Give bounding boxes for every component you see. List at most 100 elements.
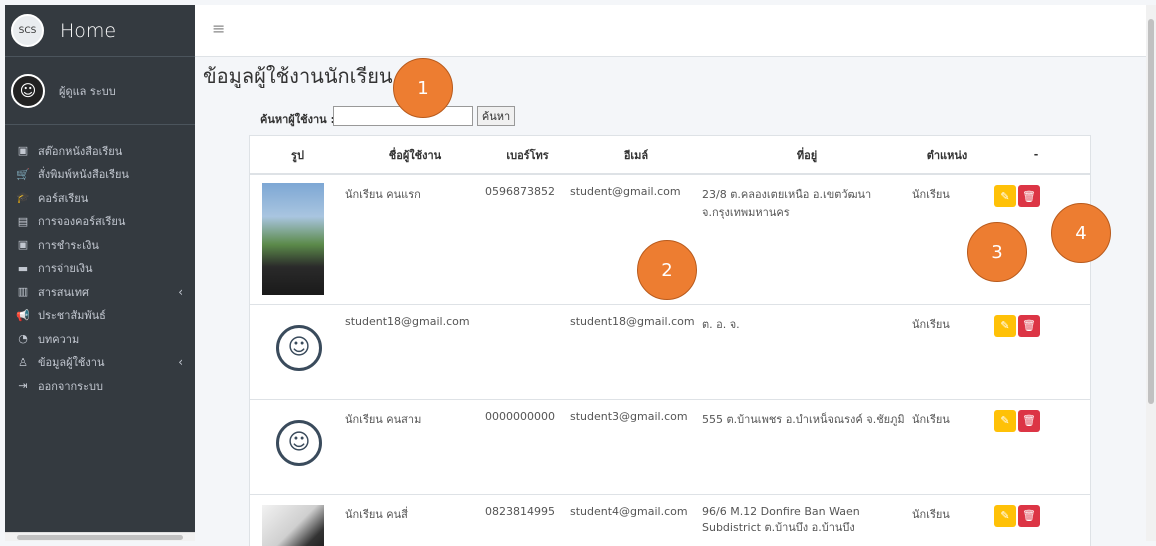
actions-cell: ✎ 🗑: [982, 304, 1090, 400]
phone-cell: 0000000000: [485, 399, 570, 495]
chart-icon: ▥: [17, 285, 29, 299]
address-cell: 96/6 M.12 Donfire Ban Waen Subdistrict ต…: [702, 494, 912, 546]
table-row: นักเรียน คนสี่ 0823814995 student4@gmail…: [250, 494, 1090, 546]
default-avatar-icon: ☺: [276, 419, 322, 466]
sidebar-item-label: ประชาสัมพันธ์: [38, 309, 106, 323]
cart-icon: 🛒: [16, 167, 30, 181]
sidebar-item-label: ออกจากระบบ: [38, 379, 103, 393]
sidebar-item-announcements[interactable]: 📢 ประชาสัมพันธ์: [5, 304, 195, 328]
annotation-marker-4: 4: [1051, 203, 1111, 263]
actions-cell: ✎ 🗑: [982, 494, 1090, 546]
sidebar-item-label: สั่งพิมพ์หนังสือเรียน: [38, 168, 129, 182]
sidebar: SCS Home ☺ ผู้ดูแล ระบบ ▣ สต๊อกหนังสือเร…: [5, 5, 195, 541]
col-photo: รูป: [250, 136, 345, 175]
user-panel[interactable]: ☺ ผู้ดูแล ระบบ: [5, 57, 195, 125]
annotation-marker-2: 2: [637, 240, 697, 300]
role-cell: นักเรียน: [912, 494, 982, 546]
rss-icon: ◔: [18, 332, 28, 346]
scrollbar-thumb[interactable]: [17, 535, 183, 540]
phone-cell: 0823814995: [485, 494, 570, 546]
col-actions: -: [982, 136, 1090, 175]
email-cell: student3@gmail.com: [570, 399, 702, 495]
scrollbar-thumb[interactable]: [1148, 19, 1154, 404]
sidebar-item-label: คอร์สเรียน: [38, 191, 89, 205]
sidebar-item-textbook-stock[interactable]: ▣ สต๊อกหนังสือเรียน: [5, 139, 195, 163]
sidebar-item-logout[interactable]: ⇥ ออกจากระบบ: [5, 374, 195, 398]
col-role: ตำแหน่ง: [912, 136, 982, 175]
role-cell: นักเรียน: [912, 399, 982, 495]
money-icon: ▣: [17, 238, 29, 252]
table-row: ☺ student18@gmail.com student18@gmail.co…: [250, 304, 1090, 400]
phone-cell: [485, 304, 570, 400]
sidebar-item-label: ข้อมูลผู้ใช้งาน: [38, 356, 105, 370]
phone-cell: 0596873852: [485, 174, 570, 305]
box-icon: ▣: [17, 144, 29, 158]
address-cell: ต. อ. จ.: [702, 304, 912, 400]
delete-button[interactable]: 🗑: [1018, 314, 1040, 337]
address-cell: 555 ต.บ้านเพชร อ.บำเหน็จณรงค์ จ.ชัยภูมิ: [702, 399, 912, 495]
edit-button[interactable]: ✎: [994, 409, 1016, 432]
col-username: ชื่อผู้ใช้งาน: [345, 136, 485, 175]
hamburger-menu-icon[interactable]: ≡: [212, 19, 225, 38]
photo-cell: ☺: [250, 399, 345, 495]
sidebar-item-payout[interactable]: ▬ การจ่ายเงิน: [5, 257, 195, 281]
chevron-left-icon: ‹: [178, 284, 183, 299]
sidebar-item-label: สารสนเทศ: [38, 285, 90, 299]
sidebar-item-information[interactable]: ▥ สารสนเทศ ‹: [5, 280, 195, 304]
megaphone-icon: 📢: [16, 308, 30, 322]
brand-link[interactable]: SCS Home: [5, 5, 195, 57]
page-title: ข้อมูลผู้ใช้งานนักเรียน: [203, 64, 393, 88]
credit-card-icon: ▬: [17, 261, 29, 275]
sidebar-item-course-booking[interactable]: ▤ การจองคอร์สเรียน: [5, 210, 195, 234]
delete-button[interactable]: 🗑: [1018, 409, 1040, 432]
photo-cell: [250, 174, 345, 305]
sidebar-item-label: บทความ: [38, 332, 80, 346]
sidebar-item-print-order[interactable]: 🛒 สั่งพิมพ์หนังสือเรียน: [5, 163, 195, 187]
username-cell: นักเรียน คนสาม: [345, 399, 485, 495]
avatar: ☺: [11, 73, 45, 108]
brand-title: Home: [60, 19, 117, 42]
user-name: ผู้ดูแล ระบบ: [59, 84, 116, 98]
col-email: อีเมล์: [570, 136, 702, 175]
sidebar-item-payment[interactable]: ▣ การชำระเงิน: [5, 233, 195, 257]
actions-cell: ✎ 🗑: [982, 399, 1090, 495]
sidebar-item-label: การจ่ายเงิน: [38, 262, 93, 276]
delete-button[interactable]: 🗑: [1018, 504, 1040, 527]
photo-cell: [250, 494, 345, 546]
address-cell: 23/8 ต.คลองเตยเหนือ อ.เขตวัฒนา จ.กรุงเทพ…: [702, 174, 912, 305]
vertical-scrollbar[interactable]: [1146, 5, 1156, 541]
sidebar-item-courses[interactable]: 🎓 คอร์สเรียน: [5, 186, 195, 210]
logo-icon: SCS: [11, 14, 44, 47]
annotation-marker-1: 1: [393, 58, 453, 118]
users-table-card: รูป ชื่อผู้ใช้งาน เบอร์โทร อีเมล์ ที่อยู…: [249, 135, 1091, 546]
chevron-left-icon: ‹: [178, 355, 183, 370]
table-row: ☺ นักเรียน คนสาม 0000000000 student3@gma…: [250, 399, 1090, 495]
col-address: ที่อยู่: [702, 136, 912, 175]
username-cell: นักเรียน คนแรก: [345, 174, 485, 305]
logout-icon: ⇥: [18, 379, 28, 393]
sidebar-item-articles[interactable]: ◔ บทความ: [5, 327, 195, 351]
sidebar-item-label: การชำระเงิน: [38, 238, 99, 252]
sidebar-item-label: สต๊อกหนังสือเรียน: [38, 144, 123, 158]
horizontal-scrollbar[interactable]: [5, 532, 195, 541]
user-icon: ♙: [18, 355, 28, 369]
email-cell: student4@gmail.com: [570, 494, 702, 546]
role-cell: นักเรียน: [912, 304, 982, 400]
email-cell: student18@gmail.com: [570, 304, 702, 400]
sidebar-item-user-data[interactable]: ♙ ข้อมูลผู้ใช้งาน ‹: [5, 351, 195, 375]
sidebar-nav: ▣ สต๊อกหนังสือเรียน 🛒 สั่งพิมพ์หนังสือเร…: [5, 125, 195, 398]
users-table: รูป ชื่อผู้ใช้งาน เบอร์โทร อีเมล์ ที่อยู…: [250, 136, 1090, 546]
annotation-marker-3: 3: [967, 222, 1027, 282]
sidebar-item-label: การจองคอร์สเรียน: [38, 215, 126, 229]
graduation-cap-icon: 🎓: [16, 191, 30, 205]
default-avatar-icon: ☺: [276, 324, 322, 371]
username-cell: student18@gmail.com: [345, 304, 485, 400]
col-phone: เบอร์โทร: [485, 136, 570, 175]
delete-button[interactable]: 🗑: [1018, 185, 1040, 207]
edit-button[interactable]: ✎: [994, 185, 1016, 207]
edit-button[interactable]: ✎: [994, 314, 1016, 337]
photo-cell: ☺: [250, 304, 345, 400]
edit-button[interactable]: ✎: [994, 504, 1016, 527]
search-button[interactable]: ค้นหา: [477, 106, 515, 126]
username-cell: นักเรียน คนสี่: [345, 494, 485, 546]
